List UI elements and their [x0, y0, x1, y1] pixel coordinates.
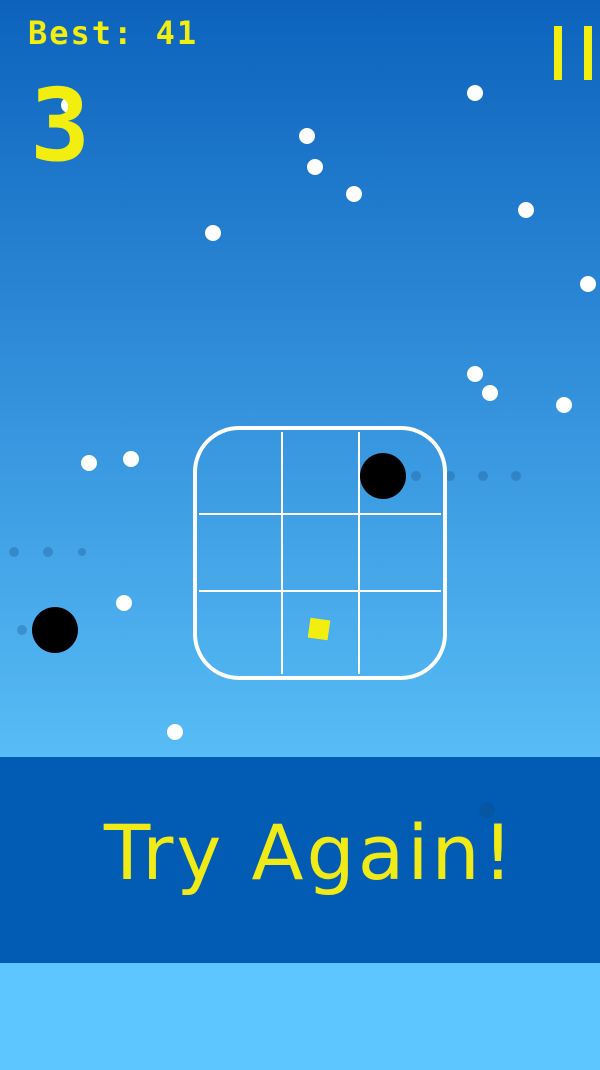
current-score: 3: [30, 67, 91, 184]
black-ball-enemy: [360, 453, 406, 499]
white-dot: [116, 595, 132, 611]
white-dot: [205, 225, 221, 241]
try-again-text[interactable]: Try Again!: [0, 808, 600, 897]
white-dot: [467, 85, 483, 101]
white-dot: [346, 186, 362, 202]
white-dot: [556, 397, 572, 413]
grid-border: [193, 426, 447, 680]
black-ball-enemy: [32, 607, 78, 653]
pause-button[interactable]: [548, 26, 596, 80]
white-dot: [81, 455, 97, 471]
white-dots: [61, 85, 596, 740]
grid-board[interactable]: [193, 426, 447, 680]
best-score-label: Best: 41: [28, 14, 199, 52]
ball-trail-right: [411, 471, 521, 481]
white-dot: [518, 202, 534, 218]
player-square: [307, 617, 331, 641]
white-dot: [167, 724, 183, 740]
white-dot: [299, 128, 315, 144]
white-dot: [307, 159, 323, 175]
white-dot: [467, 366, 483, 382]
white-dot: [123, 451, 139, 467]
white-dot: [580, 276, 596, 292]
footer-strip: [0, 963, 600, 1070]
white-dot: [482, 385, 498, 401]
